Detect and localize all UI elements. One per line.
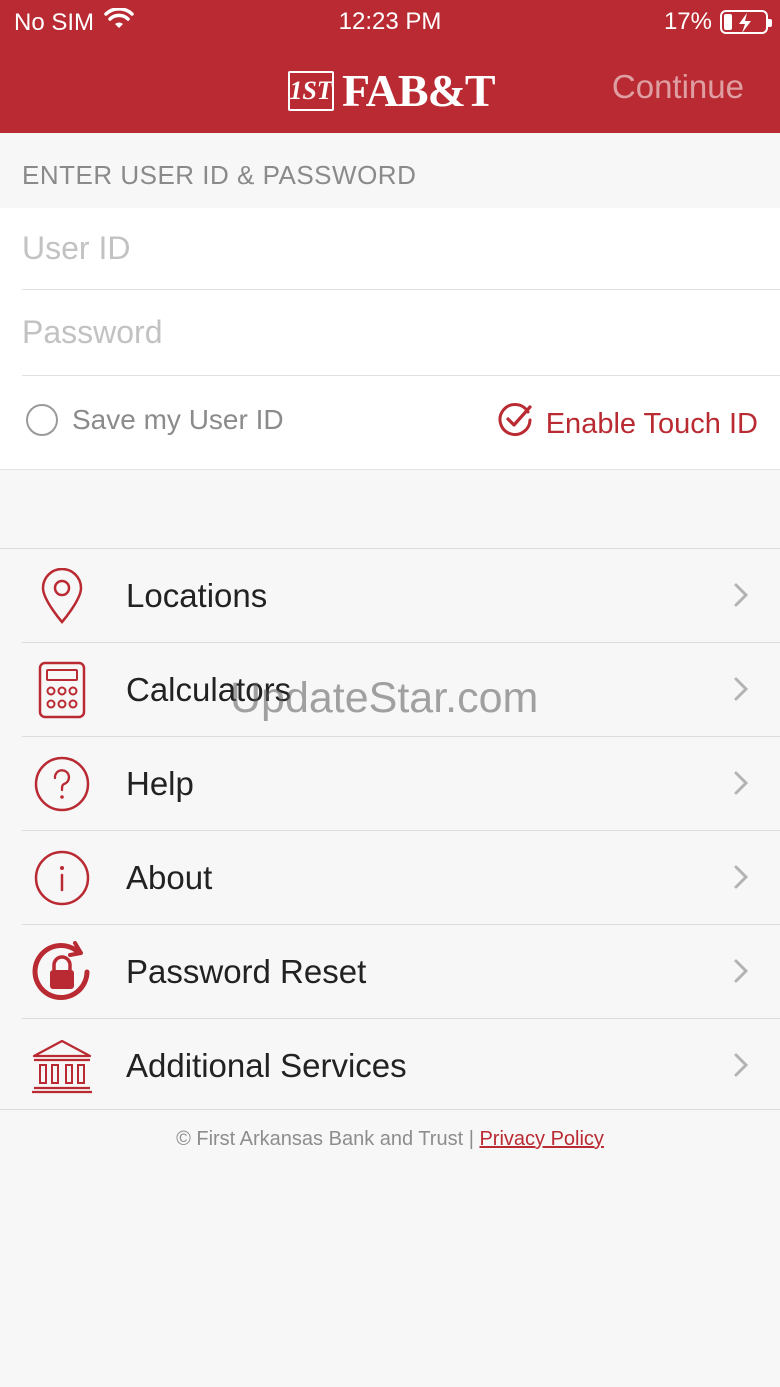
continue-button[interactable]: Continue <box>612 68 744 106</box>
login-section-label: ENTER USER ID & PASSWORD <box>22 160 417 190</box>
question-circle-icon <box>30 752 94 816</box>
chevron-right-icon <box>734 583 749 612</box>
menu-list: Locations Calculators Help About Passwor… <box>0 548 780 1110</box>
menu-item-additional-services[interactable]: Additional Services <box>22 1019 780 1113</box>
privacy-policy-link[interactable]: Privacy Policy <box>479 1128 603 1150</box>
chevron-right-icon <box>734 771 749 800</box>
save-user-id-radio[interactable] <box>26 404 58 436</box>
calculator-icon <box>30 658 94 722</box>
enable-touch-id-button[interactable]: Enable Touch ID <box>498 402 758 446</box>
battery-icon <box>720 10 772 34</box>
menu-item-label: Locations <box>126 576 268 614</box>
menu-item-label: About <box>126 858 213 896</box>
fabt-logo: 1ST FAB&T <box>288 64 496 117</box>
status-time: 12:23 PM <box>338 8 442 35</box>
menu-item-password-reset[interactable]: Password Reset <box>22 925 780 1019</box>
user-id-field-row <box>22 208 780 290</box>
location-pin-icon <box>30 564 94 628</box>
lock-reset-icon <box>30 940 94 1004</box>
password-input[interactable] <box>22 314 780 351</box>
footer: © First Arkansas Bank and Trust | Privac… <box>0 1128 780 1151</box>
menu-item-about[interactable]: About <box>22 831 780 925</box>
menu-item-label: Password Reset <box>126 952 367 990</box>
menu-item-label: Additional Services <box>126 1047 407 1084</box>
copyright-text: © First Arkansas Bank and Trust | <box>176 1128 474 1150</box>
chevron-right-icon <box>734 959 749 988</box>
menu-item-label: Help <box>126 764 194 802</box>
save-user-id-label: Save my User ID <box>72 404 284 435</box>
chevron-right-icon <box>734 865 749 894</box>
menu-item-help[interactable]: Help <box>22 737 780 831</box>
enable-touch-id-label: Enable Touch ID <box>545 407 758 440</box>
check-circle-icon <box>498 402 534 446</box>
battery-percent: 17% <box>663 8 712 35</box>
login-screen: No SIM 12:23 PM 17% 1ST FAB&T Continue E… <box>0 0 780 1387</box>
menu-item-locations[interactable]: Locations <box>22 549 780 643</box>
status-right: 17% <box>663 8 772 36</box>
info-circle-icon <box>30 846 94 910</box>
chevron-right-icon <box>734 1053 749 1082</box>
chevron-right-icon <box>734 677 749 706</box>
logo-badge: 1ST <box>288 70 334 111</box>
user-id-input[interactable] <box>22 230 780 267</box>
status-bar: No SIM 12:23 PM 17% <box>0 0 780 44</box>
menu-item-label: Calculators <box>126 670 292 708</box>
bank-building-icon <box>30 1034 94 1098</box>
save-user-id-toggle[interactable]: Save my User ID <box>26 404 284 436</box>
app-header: No SIM 12:23 PM 17% 1ST FAB&T Continue <box>0 0 780 133</box>
login-panel: Save my User ID Enable Touch ID <box>0 208 780 470</box>
menu-item-calculators[interactable]: Calculators <box>22 643 780 737</box>
logo-text: FAB&T <box>342 65 496 116</box>
password-field-row <box>22 290 780 376</box>
